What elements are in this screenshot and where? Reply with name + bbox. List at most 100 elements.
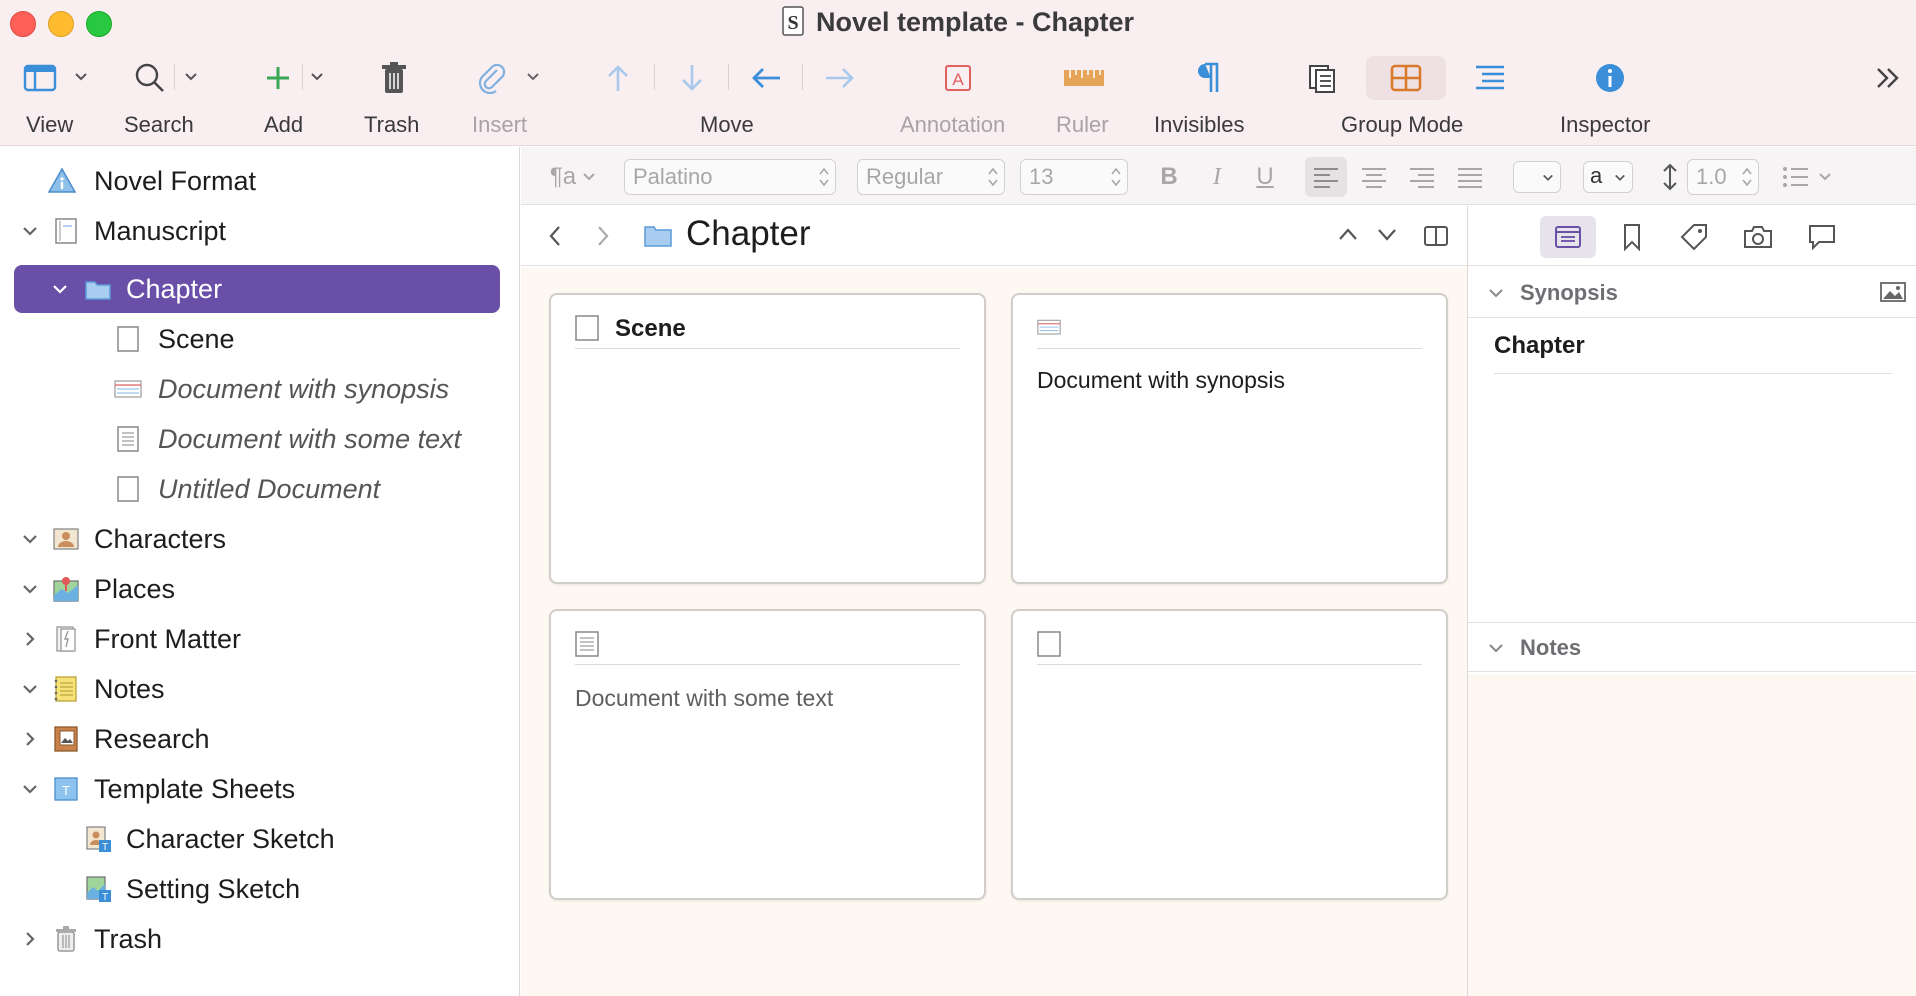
synopsis-title-field[interactable]: Chapter: [1494, 326, 1892, 374]
binder-item-trash[interactable]: Trash: [14, 915, 500, 963]
view-button[interactable]: View: [18, 54, 98, 144]
binder-item-scene[interactable]: Scene: [14, 315, 500, 363]
synopsis-section-header[interactable]: Synopsis: [1468, 268, 1916, 318]
list-style-button[interactable]: [1777, 157, 1837, 197]
index-card-synopsis[interactable]: Document with some text: [575, 685, 833, 712]
binder-item-character-sketch[interactable]: T Character Sketch: [14, 815, 500, 863]
binder-item-chapter[interactable]: Chapter: [14, 265, 500, 313]
annotation-button[interactable]: A Annotation: [898, 54, 1018, 144]
binder-item-novel-format[interactable]: Novel Format: [14, 157, 500, 205]
paragraph-style-button[interactable]: ¶a: [543, 157, 603, 197]
chevron-down-icon[interactable]: [310, 70, 324, 84]
binder-item-research[interactable]: Research: [14, 715, 500, 763]
manuscript-icon: [55, 218, 77, 244]
chevron-down-icon[interactable]: [20, 679, 40, 699]
chevron-down-icon[interactable]: [184, 70, 198, 84]
chevron-right-icon[interactable]: [20, 629, 40, 649]
move-down-button[interactable]: [672, 58, 712, 98]
index-card-title[interactable]: Scene: [615, 315, 686, 343]
search-button[interactable]: Search: [124, 54, 204, 144]
chevron-right-icon[interactable]: [20, 729, 40, 749]
tab-snapshots[interactable]: [1730, 216, 1786, 258]
binder-item-manuscript[interactable]: Manuscript: [14, 207, 500, 255]
chevron-down-icon[interactable]: [74, 70, 88, 84]
index-card[interactable]: Scene: [549, 293, 986, 584]
chevron-right-icon[interactable]: [20, 929, 40, 949]
inspector-button[interactable]: Inspector: [1560, 54, 1660, 144]
line-spacing-value: 1.0: [1696, 164, 1727, 189]
chevron-down-icon[interactable]: [20, 529, 40, 549]
chevron-down-icon[interactable]: [50, 279, 70, 299]
image-icon[interactable]: [1879, 280, 1907, 304]
chevron-down-icon[interactable]: [20, 221, 40, 241]
move-up-button[interactable]: [598, 58, 638, 98]
line-spacing-icon: [1663, 163, 1677, 191]
move-button-group: Move: [598, 54, 864, 144]
bold-button[interactable]: B: [1149, 157, 1189, 197]
index-card[interactable]: Document with synopsis: [1011, 293, 1448, 584]
format-bar: ¶a Palatino Regular 13 B I U a 1.0: [521, 147, 1916, 205]
font-weight-select[interactable]: Regular: [857, 159, 1005, 195]
binder-item-template-sheets[interactable]: T Template Sheets: [14, 765, 500, 813]
synopsis-text-area[interactable]: [1494, 382, 1892, 618]
binder-item-places[interactable]: Places: [14, 565, 500, 613]
invisibles-button[interactable]: Invisibles: [1152, 54, 1262, 144]
ruler-button[interactable]: Ruler: [1054, 54, 1114, 144]
tab-metadata[interactable]: [1666, 216, 1722, 258]
align-left-button[interactable]: [1305, 157, 1347, 197]
binder-item-untitled-document[interactable]: Untitled Document: [14, 465, 500, 513]
line-spacing-field[interactable]: 1.0: [1687, 159, 1759, 195]
synopsis-document-icon: [114, 380, 142, 398]
tab-bookmarks[interactable]: [1604, 216, 1660, 258]
add-label: Add: [264, 112, 304, 137]
search-icon: [135, 63, 164, 92]
align-right-button[interactable]: [1401, 157, 1443, 197]
align-justify-button[interactable]: [1449, 157, 1491, 197]
font-family-select[interactable]: Palatino: [624, 159, 836, 195]
align-center-button[interactable]: [1353, 157, 1395, 197]
chevron-down-icon[interactable]: [20, 779, 40, 799]
notes-section-header[interactable]: Notes: [1468, 622, 1916, 672]
forward-chevron-icon[interactable]: [595, 224, 611, 248]
binder-item-label: Novel Format: [94, 166, 257, 196]
chevron-down-icon[interactable]: [526, 70, 540, 84]
binder-item-document-with-some-text[interactable]: Document with some text: [14, 415, 500, 463]
outliner-mode-button[interactable]: [1470, 54, 1510, 144]
insert-button[interactable]: Insert: [470, 54, 550, 144]
scrivenings-mode-button[interactable]: [1302, 54, 1342, 144]
binder-item-characters[interactable]: Characters: [14, 515, 500, 563]
move-right-button[interactable]: [820, 58, 860, 98]
font-size-field[interactable]: 13: [1020, 159, 1128, 195]
binder-item-front-matter[interactable]: Front Matter: [14, 615, 500, 663]
add-button[interactable]: Add: [254, 54, 334, 144]
index-card[interactable]: [1011, 609, 1448, 900]
index-card-synopsis[interactable]: Document with synopsis: [1037, 367, 1285, 394]
split-editor-icon[interactable]: [1423, 224, 1449, 248]
text-color-select[interactable]: [1513, 161, 1561, 193]
toolbar-overflow-button[interactable]: [1870, 54, 1906, 144]
back-chevron-icon[interactable]: [547, 224, 563, 248]
next-document-icon[interactable]: [1375, 224, 1399, 244]
trash-button[interactable]: Trash: [364, 54, 426, 144]
previous-document-icon[interactable]: [1336, 224, 1360, 244]
chevron-down-icon: [1819, 173, 1831, 181]
chevron-down-icon: [1543, 174, 1553, 181]
invisibles-label: Invisibles: [1154, 112, 1245, 137]
notes-text-area[interactable]: [1468, 674, 1916, 996]
underline-button[interactable]: U: [1245, 157, 1285, 197]
index-card[interactable]: Document with some text: [549, 609, 986, 900]
arrow-right-icon: [826, 68, 854, 88]
move-left-button[interactable]: [746, 58, 786, 98]
binder-item-label: Document with some text: [158, 424, 462, 454]
highlight-color-select[interactable]: a: [1583, 161, 1633, 193]
italic-button[interactable]: I: [1197, 157, 1237, 197]
places-folder-icon: [53, 577, 79, 602]
binder-item-document-with-synopsis[interactable]: Document with synopsis: [14, 365, 500, 413]
tab-synopsis-notes[interactable]: [1540, 216, 1596, 258]
folder-icon: [85, 281, 111, 300]
binder-item-notes[interactable]: Notes: [14, 665, 500, 713]
binder-item-setting-sketch[interactable]: T Setting Sketch: [14, 865, 500, 913]
chevron-down-icon[interactable]: [20, 579, 40, 599]
tab-comments[interactable]: [1794, 216, 1850, 258]
title-bar: S Novel template - Chapter View Search A…: [0, 0, 1916, 146]
